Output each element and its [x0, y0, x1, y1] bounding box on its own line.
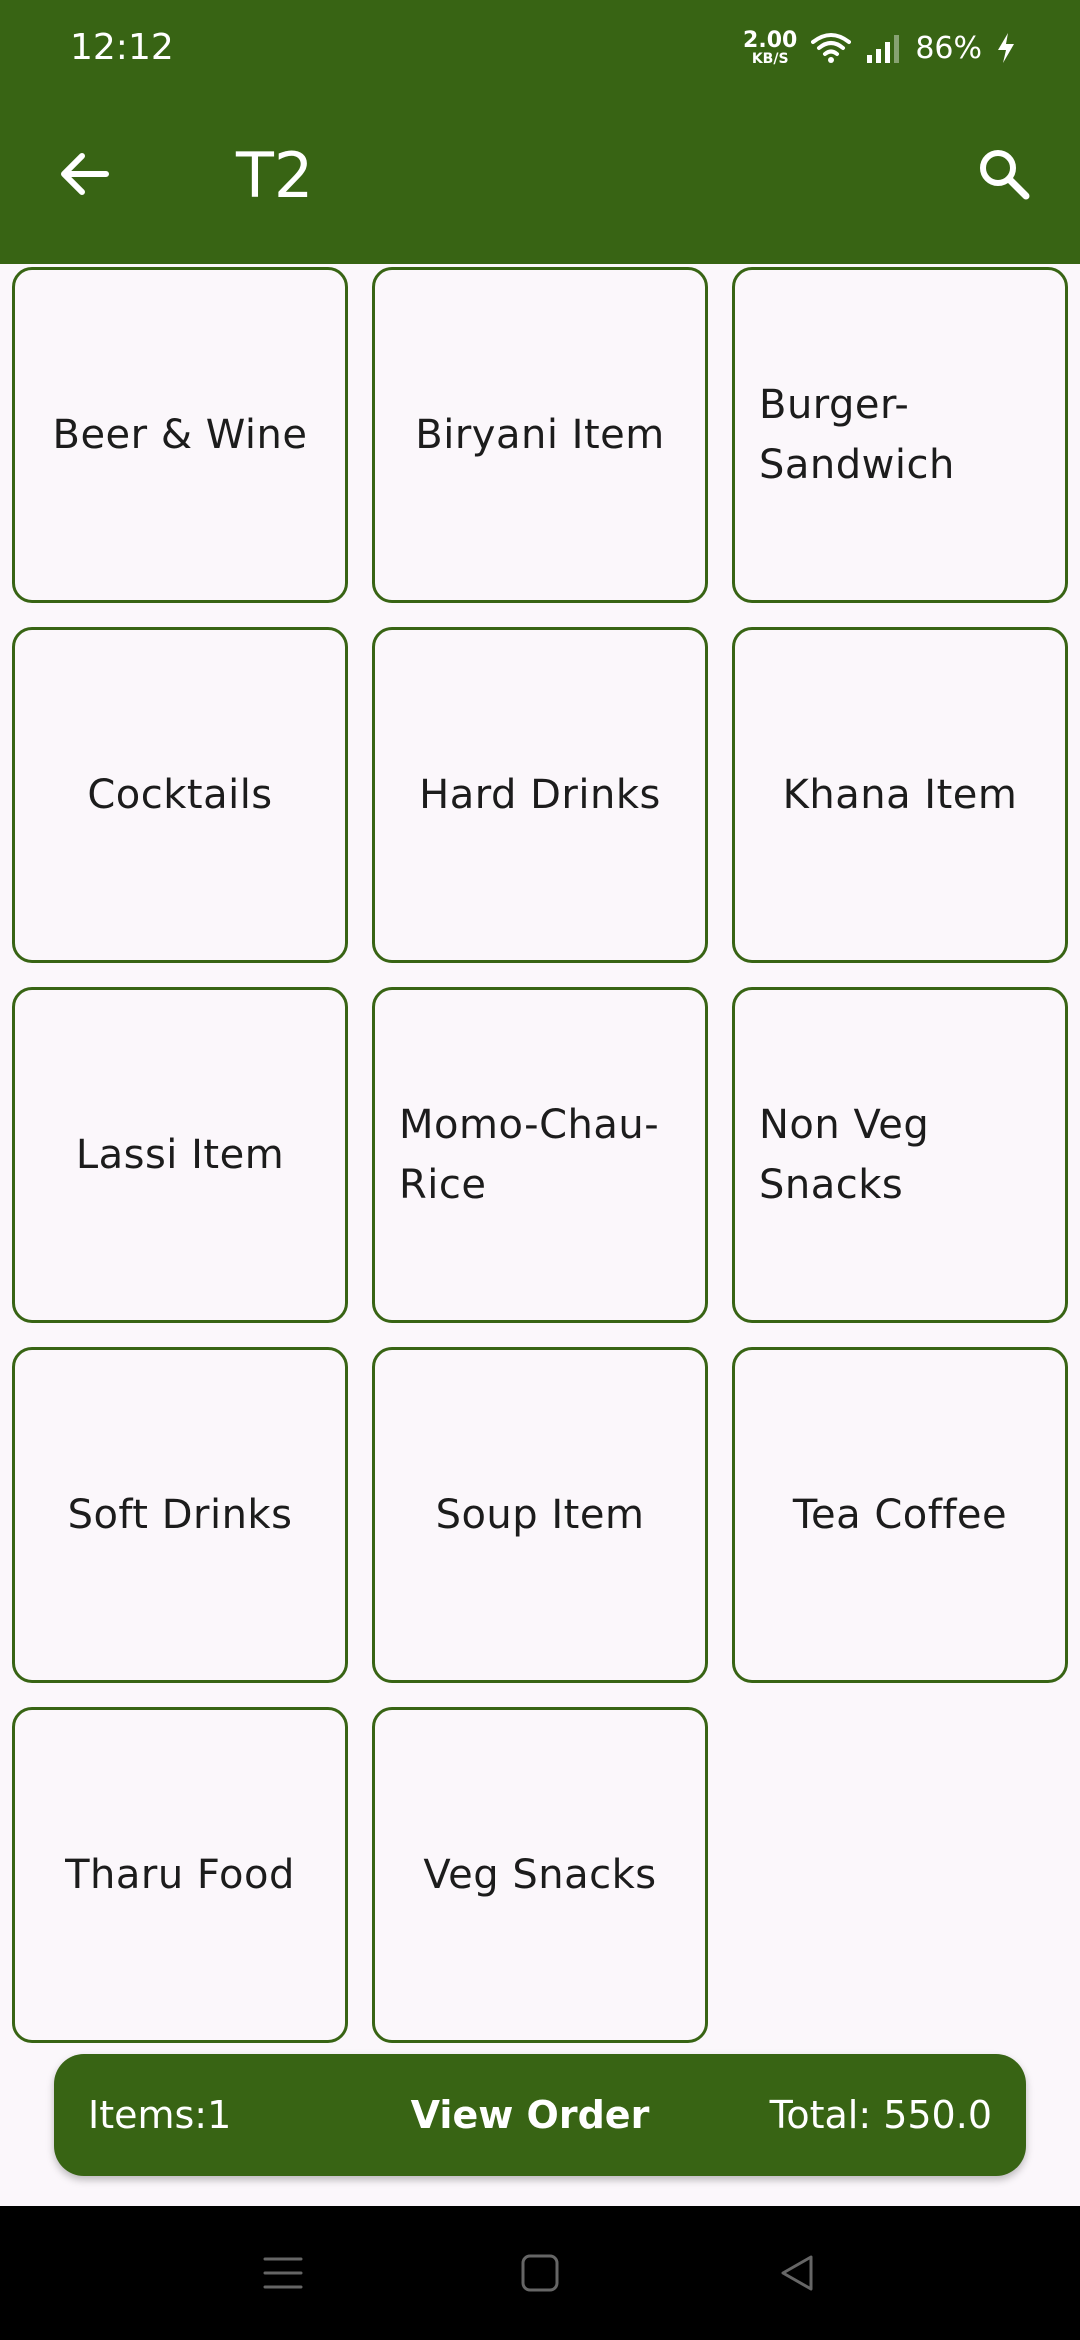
system-nav-bar	[0, 2206, 1080, 2340]
charging-icon	[998, 33, 1014, 63]
category-tile-cocktails[interactable]: Cocktails	[12, 627, 348, 963]
app-bar: T2	[0, 96, 1080, 264]
home-square-icon	[521, 2254, 559, 2292]
category-label: Cocktails	[87, 772, 273, 818]
category-label: Biryani Item	[415, 412, 665, 458]
status-icons: 2.00 KB/S 86%	[743, 24, 1016, 72]
category-label: Non Veg Snacks	[759, 1102, 930, 1208]
category-tile-non-veg-snacks[interactable]: Non Veg Snacks	[732, 987, 1068, 1323]
search-button[interactable]	[964, 134, 1044, 214]
category-label: Soft Drinks	[67, 1492, 293, 1538]
category-label: Tharu Food	[65, 1852, 295, 1898]
wifi-icon	[811, 33, 852, 63]
home-nav-button[interactable]	[505, 2238, 575, 2308]
category-label: Hard Drinks	[419, 772, 661, 818]
network-speed-unit: KB/S	[751, 51, 789, 67]
signal-icon	[867, 35, 900, 63]
category-tile-biryani-item[interactable]: Biryani Item	[372, 267, 708, 603]
category-tile-burger-sandwich[interactable]: Burger-Sandwich	[732, 267, 1068, 603]
category-tile-soup-item[interactable]: Soup Item	[372, 1347, 708, 1683]
status-bar: 12:12 2.00 KB/S 86%	[0, 0, 1080, 96]
network-speed: 2.00 KB/S	[743, 28, 798, 67]
status-time: 12:12	[70, 27, 174, 68]
back-button[interactable]	[48, 138, 120, 210]
category-label: Lassi Item	[75, 1132, 285, 1178]
category-tile-hard-drinks[interactable]: Hard Drinks	[372, 627, 708, 963]
battery-percent: 86%	[915, 30, 982, 66]
page-title: T2	[236, 139, 314, 212]
category-tile-tharu-food[interactable]: Tharu Food	[12, 1707, 348, 2043]
order-total: Total: 550.0	[769, 2093, 992, 2137]
category-label: Tea Coffee	[792, 1492, 1008, 1538]
category-label: Momo-Chau-Rice	[399, 1102, 660, 1208]
arrow-back-icon	[61, 153, 109, 195]
category-tile-veg-snacks[interactable]: Veg Snacks	[372, 1707, 708, 2043]
search-icon	[980, 150, 1030, 200]
category-tile-khana-item[interactable]: Khana Item	[732, 627, 1068, 963]
view-order-bar[interactable]: Items:1 View Order Total: 550.0	[54, 2054, 1026, 2176]
category-tile-soft-drinks[interactable]: Soft Drinks	[12, 1347, 348, 1683]
category-tile-lassi-item[interactable]: Lassi Item	[12, 987, 348, 1323]
category-grid: Beer & Wine Biryani Item Burger-Sandwich…	[12, 267, 1068, 2043]
category-label: Soup Item	[435, 1492, 645, 1538]
network-speed-value: 2.00	[743, 28, 798, 53]
category-label: Burger-Sandwich	[759, 382, 955, 488]
menu-icon	[263, 2257, 303, 2289]
category-label: Beer & Wine	[52, 412, 308, 458]
category-label: Veg Snacks	[423, 1852, 657, 1898]
back-triangle-icon	[781, 2255, 813, 2291]
menu-nav-button[interactable]	[248, 2238, 318, 2308]
category-tile-beer-wine[interactable]: Beer & Wine	[12, 267, 348, 603]
back-nav-button[interactable]	[762, 2238, 832, 2308]
category-tile-momo-chau-rice[interactable]: Momo-Chau-Rice	[372, 987, 708, 1323]
category-label: Khana Item	[782, 772, 1018, 818]
category-tile-tea-coffee[interactable]: Tea Coffee	[732, 1347, 1068, 1683]
